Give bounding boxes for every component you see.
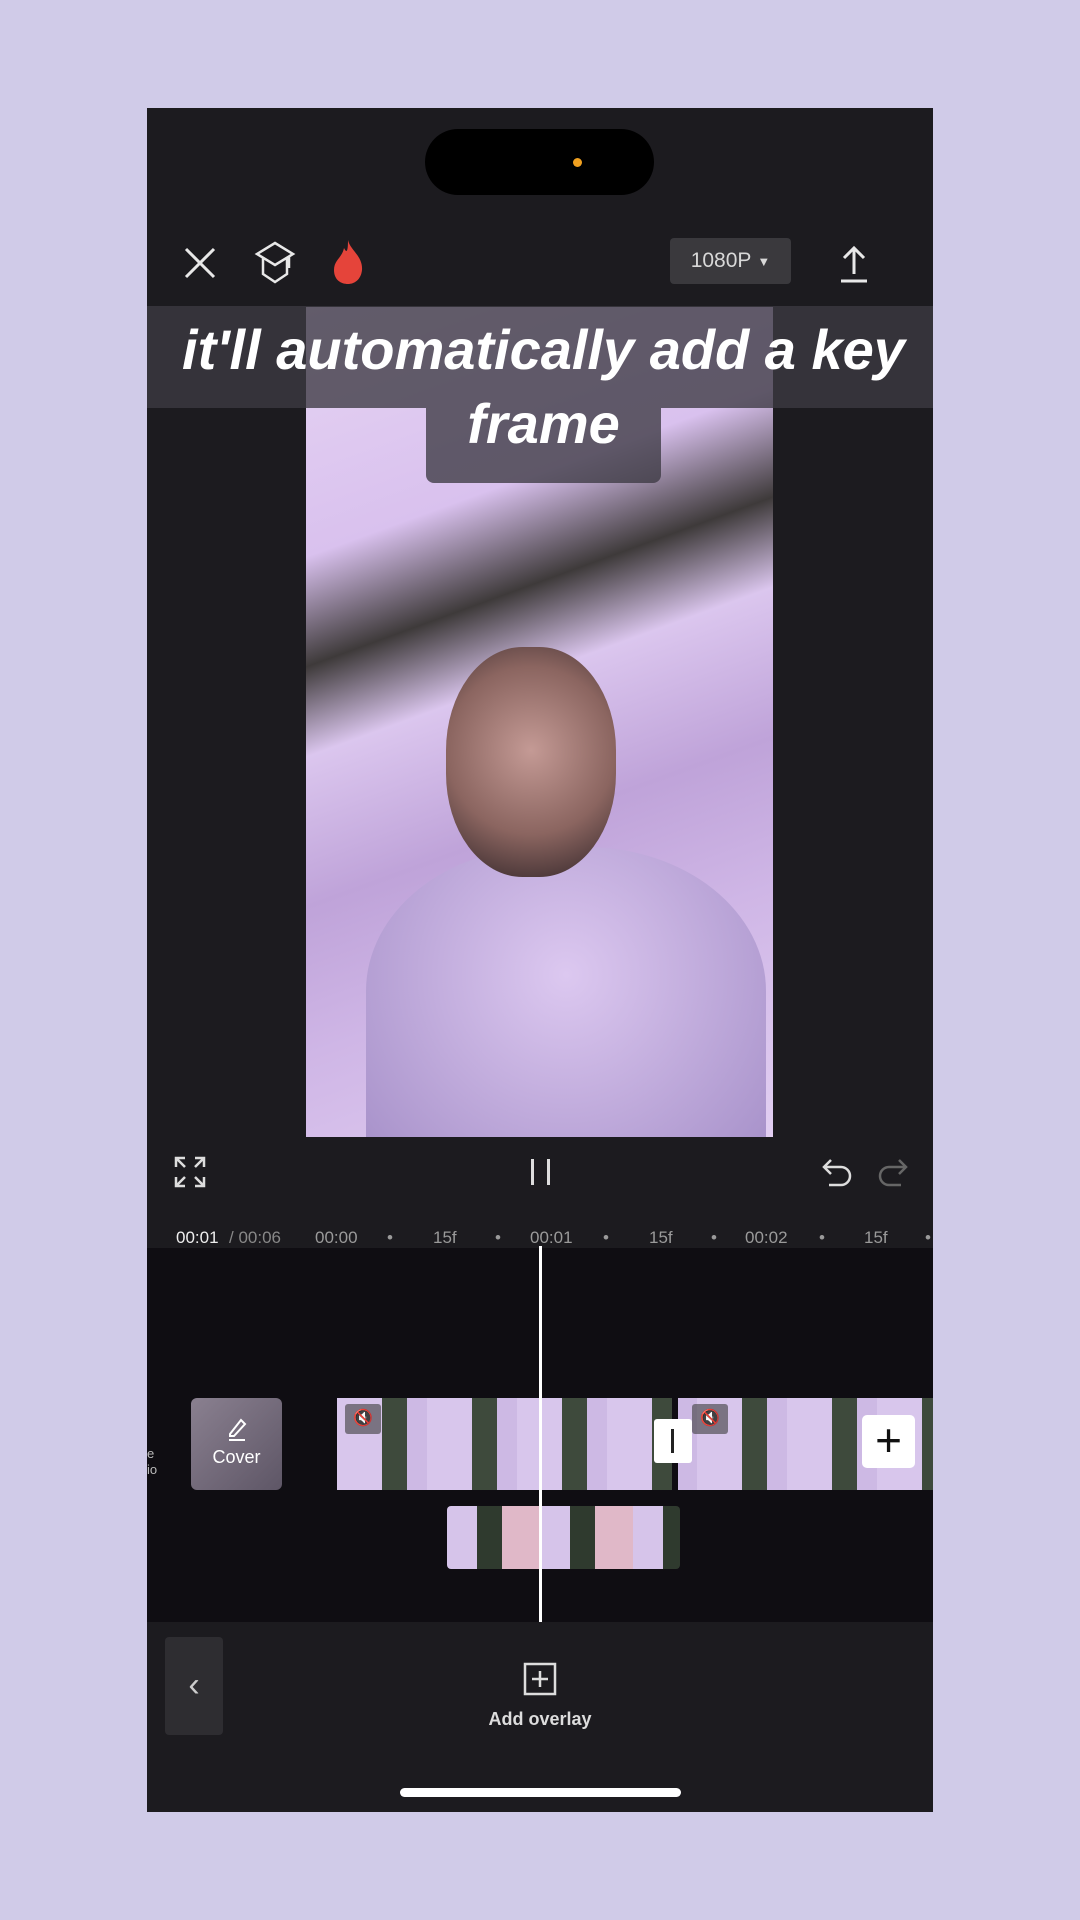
add-overlay-label: Add overlay (488, 1709, 592, 1729)
mute-icon[interactable]: 🔇 (345, 1404, 381, 1434)
export-icon[interactable] (837, 244, 871, 284)
pause-icon[interactable] (527, 1156, 555, 1188)
add-clip-button[interactable]: + (862, 1415, 915, 1468)
undo-icon[interactable] (821, 1156, 853, 1188)
caption-text: it'll automatically add a key frame (147, 313, 933, 461)
camera-indicator (573, 158, 582, 167)
overlay-track-clip[interactable] (447, 1506, 680, 1569)
bottom-toolbar: ‹ Add overlay (147, 1622, 933, 1812)
video-subject-shirt (366, 847, 766, 1137)
fire-icon[interactable] (330, 238, 366, 286)
back-button[interactable]: ‹ (165, 1637, 223, 1735)
transition-button[interactable] (654, 1419, 692, 1463)
close-icon[interactable] (182, 245, 218, 281)
add-overlay-icon (523, 1662, 557, 1696)
tick-label: 00:00 (315, 1228, 358, 1247)
video-subject-face (446, 647, 616, 877)
fullscreen-icon[interactable] (174, 1156, 206, 1188)
tick-label: 15f (864, 1228, 888, 1247)
cover-button[interactable]: Cover (191, 1398, 282, 1490)
edit-icon (228, 1418, 246, 1441)
caption-line-2: frame (467, 392, 620, 455)
mute-icon[interactable]: 🔇 (692, 1404, 728, 1434)
dynamic-island (425, 129, 654, 195)
tick-label: 15f (649, 1228, 673, 1247)
resolution-selector[interactable]: 1080P ▼ (670, 238, 791, 284)
cover-label: Cover (212, 1447, 261, 1467)
add-overlay-button[interactable]: Add overlay (477, 1662, 603, 1730)
caret-down-icon: ▼ (757, 253, 771, 269)
playhead[interactable] (539, 1246, 542, 1622)
audio-label-edge: e io (147, 1446, 158, 1477)
total-time: / 00:06 (229, 1228, 281, 1247)
resolution-label: 1080P (690, 249, 752, 272)
home-indicator[interactable] (400, 1788, 681, 1797)
tick-label: 00:01 (530, 1228, 573, 1247)
current-time: 00:01 (176, 1228, 219, 1247)
caption-line-1: it'll automatically add a key (182, 318, 905, 381)
main-video-track[interactable]: 🔇 🔇 (337, 1398, 933, 1490)
redo-icon[interactable] (877, 1156, 909, 1188)
phone-screen: 1080P ▼ it'll automatically add a key fra… (147, 108, 933, 1812)
tick-label: 00:02 (745, 1228, 788, 1247)
tick-label: 15f (433, 1228, 457, 1247)
graduation-cap-icon[interactable] (253, 240, 297, 286)
